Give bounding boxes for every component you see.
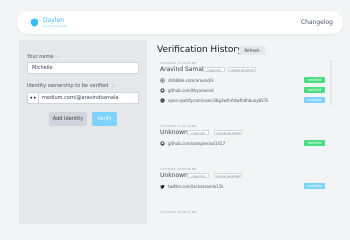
entry-name: Aravind Samala	[160, 66, 208, 73]
entry-name: Unknown	[160, 172, 188, 179]
copy-link-button[interactable]: copy link	[187, 130, 209, 135]
top-nav: Daylen Daywhyyhsrsdb Changelog	[17, 11, 343, 34]
info-icon: ⓘ	[110, 83, 115, 88]
scrollbar[interactable]	[330, 60, 332, 106]
list-item[interactable]: github.com/thyaravind	[160, 88, 214, 93]
shield-logo-icon	[30, 18, 39, 27]
spotify-icon	[160, 98, 165, 103]
identity-url: twitter.com/lacksaramie11k	[168, 184, 224, 189]
name-input[interactable]	[27, 62, 139, 74]
status-badge: pending	[304, 97, 325, 103]
identity-form: Your name ⓘ Identity ownership to be ver…	[19, 40, 147, 224]
entry-timestamp: 1/23/2023, 10:03:46 PM	[160, 167, 197, 171]
logo-tagline: Daywhyyhsrsdb	[43, 23, 67, 28]
info-icon: ⓘ	[55, 54, 60, 59]
globe-icon	[160, 78, 165, 83]
name-label: Your name ⓘ	[27, 54, 59, 60]
copy-link-button[interactable]: copy link	[187, 173, 209, 178]
identity-label-text: Identity ownership to be verified	[27, 83, 109, 89]
copy-link-button[interactable]: copy link	[203, 67, 225, 72]
send-email-button[interactable]: cancel as email	[214, 173, 242, 178]
list-item[interactable]: github.com/samplesna/1417	[160, 141, 225, 146]
entry-timestamp: 1/23/2023, 10:48:57 PM	[160, 210, 197, 214]
github-icon	[160, 88, 165, 93]
refresh-button[interactable]: Refresh	[239, 46, 265, 55]
send-email-button[interactable]: cancel as email	[214, 130, 242, 135]
entry-timestamp: 1/23/2023, 11:00:44 PM	[160, 124, 197, 128]
history-title: Verification History	[157, 45, 243, 55]
identity-url: dribbble.com/aravnd/3	[168, 78, 214, 83]
status-badge: pending	[304, 183, 325, 189]
logo[interactable]: Daylen Daywhyyhsrsdb	[30, 16, 67, 28]
twitter-icon	[160, 184, 165, 189]
name-label-text: Your name	[27, 54, 54, 60]
add-identity-button[interactable]: Add Identity	[49, 112, 87, 126]
identity-field[interactable]: ••	[27, 92, 139, 104]
list-item[interactable]: twitter.com/lacksaramie11k	[160, 184, 224, 189]
identity-url: open.spotify.com/user/3bg3wfnrhtwfhdhbuo…	[168, 98, 269, 103]
identity-input[interactable]	[39, 93, 138, 103]
entry-name: Unknown	[160, 129, 188, 136]
status-badge: verified	[304, 87, 325, 93]
medium-icon: ••	[28, 93, 39, 103]
status-badge: verified	[304, 140, 325, 146]
list-item[interactable]: dribbble.com/aravnd/3	[160, 78, 214, 83]
identity-label: Identity ownership to be verified ⓘ	[27, 83, 114, 89]
verification-history: Verification History Refresh 1/23/2023, …	[155, 40, 335, 240]
verify-button[interactable]: Verify	[92, 112, 117, 126]
entry-timestamp: 1/23/2023, 11:12:07 PM	[160, 61, 197, 65]
identity-url: github.com/samplesna/1417	[168, 141, 226, 146]
identity-url: github.com/thyaravind	[168, 88, 214, 93]
status-badge: verified	[304, 77, 325, 83]
logo-name: Daylen	[43, 16, 65, 24]
changelog-link[interactable]: Changelog	[301, 19, 333, 26]
send-email-button[interactable]: cancel as email	[228, 67, 256, 72]
page: Daylen Daywhyyhsrsdb Changelog Your name…	[0, 0, 350, 240]
github-icon	[160, 141, 165, 146]
list-item[interactable]: open.spotify.com/user/3bg3wfnrhtwfhdhbuo…	[160, 98, 269, 103]
